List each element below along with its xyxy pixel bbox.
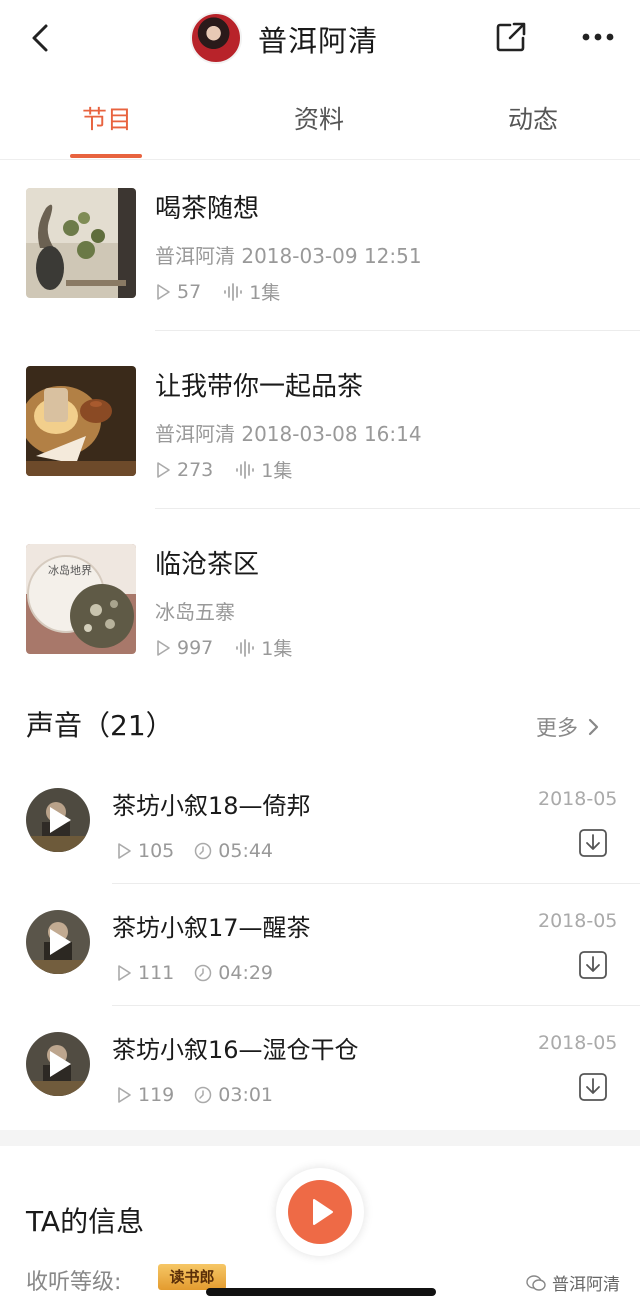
sound-item[interactable]: 茶坊小叙16—湿仓干仓 119 03:01 2018-05	[0, 1006, 640, 1128]
play-count-icon	[157, 461, 170, 478]
top-bar: 普洱阿清	[0, 0, 640, 76]
play-icon[interactable]	[44, 926, 74, 958]
section-separator	[0, 1130, 640, 1146]
program-title: 喝茶随想	[155, 194, 260, 224]
sound-title: 茶坊小叙18—倚邦	[112, 792, 311, 820]
back-arrow-icon[interactable]	[24, 20, 60, 56]
watermark-text: 普洱阿清	[552, 1275, 620, 1295]
download-icon[interactable]	[578, 950, 608, 980]
play-count: 111	[138, 962, 175, 984]
avatar[interactable]	[190, 12, 242, 64]
tab-bar: 节目 资料 动态	[0, 76, 640, 160]
more-options-icon[interactable]	[578, 22, 618, 52]
program-meta: 冰岛五寨	[155, 600, 235, 624]
play-count-icon	[118, 1087, 131, 1103]
chevron-right-icon	[588, 718, 599, 736]
program-stats: 997 1集	[155, 634, 292, 661]
sound-thumbnail	[26, 788, 90, 852]
tab-updates[interactable]: 动态	[508, 100, 558, 136]
tab-profile[interactable]: 资料	[294, 100, 344, 136]
sounds-section-title: 声音（21）	[26, 709, 174, 742]
more-link-label: 更多	[536, 716, 578, 740]
listen-level-label: 收听等级:	[26, 1270, 122, 1295]
program-item[interactable]: 喝茶随想 普洱阿清 2018-03-09 12:51 57 1集	[0, 160, 640, 338]
play-count-icon	[118, 843, 131, 859]
program-thumbnail	[26, 366, 136, 476]
play-count: 997	[177, 636, 214, 659]
divider	[155, 330, 640, 331]
duration: 05:44	[218, 840, 274, 862]
program-meta: 普洱阿清 2018-03-08 16:14	[155, 422, 422, 446]
clock-icon	[195, 964, 212, 982]
more-link[interactable]: 更多	[536, 712, 600, 742]
duration: 03:01	[218, 1084, 274, 1106]
share-icon[interactable]	[494, 20, 528, 54]
play-count: 273	[177, 458, 214, 481]
play-count: 105	[138, 840, 175, 862]
play-count-icon	[118, 965, 131, 981]
program-item[interactable]: 冰岛地界 临沧茶区 冰岛五寨 997 1集	[0, 516, 640, 694]
play-count: 119	[138, 1084, 175, 1106]
listen-level-badge: 读书郎	[158, 1264, 226, 1290]
sound-item[interactable]: 茶坊小叙18—倚邦 105 05:44 2018-05	[0, 762, 640, 884]
audio-wave-icon	[236, 638, 255, 657]
program-thumbnail	[26, 188, 136, 298]
sound-date: 2018-05	[538, 788, 618, 810]
audio-wave-icon	[224, 282, 243, 301]
program-item[interactable]: 让我带你一起品茶 普洱阿清 2018-03-08 16:14 273 1集	[0, 338, 640, 516]
sound-stats: 105 05:44	[116, 840, 273, 862]
play-icon	[313, 1199, 333, 1225]
play-count-icon	[157, 639, 170, 656]
program-thumbnail: 冰岛地界	[26, 544, 136, 654]
play-count-icon	[157, 283, 170, 300]
tab-programs[interactable]: 节目	[82, 100, 132, 136]
episode-count: 1集	[261, 638, 293, 660]
play-icon[interactable]	[44, 804, 74, 836]
play-icon[interactable]	[44, 1048, 74, 1080]
thumb-tea-label: 冰岛地界	[48, 563, 92, 577]
page-title: 普洱阿清	[258, 24, 379, 58]
sound-stats: 111 04:29	[116, 962, 273, 984]
wechat-icon	[526, 1274, 546, 1291]
player-circle	[288, 1180, 352, 1244]
audio-wave-icon	[236, 460, 255, 479]
episode-count: 1集	[249, 282, 281, 304]
sound-date: 2018-05	[538, 1032, 618, 1054]
clock-icon	[195, 842, 212, 860]
ta-info-title: TA的信息	[26, 1205, 145, 1238]
sound-item[interactable]: 茶坊小叙17—醒茶 111 04:29 2018-05	[0, 884, 640, 1006]
sound-title: 茶坊小叙17—醒茶	[112, 914, 311, 942]
sound-stats: 119 03:01	[116, 1084, 273, 1106]
sound-title: 茶坊小叙16—湿仓干仓	[112, 1036, 359, 1064]
sound-date: 2018-05	[538, 910, 618, 932]
download-icon[interactable]	[578, 828, 608, 858]
floating-player-button[interactable]	[276, 1168, 364, 1256]
watermark: 普洱阿清	[526, 1270, 620, 1295]
program-stats: 273 1集	[155, 456, 292, 483]
divider	[155, 508, 640, 509]
sound-thumbnail	[26, 910, 90, 974]
sound-thumbnail	[26, 1032, 90, 1096]
program-meta: 普洱阿清 2018-03-09 12:51	[155, 244, 422, 268]
play-count: 57	[177, 280, 202, 303]
home-indicator	[206, 1288, 436, 1296]
program-title: 临沧茶区	[155, 550, 260, 580]
program-title: 让我带你一起品茶	[155, 372, 364, 402]
active-tab-indicator	[70, 154, 142, 158]
program-stats: 57 1集	[155, 278, 280, 305]
duration: 04:29	[218, 962, 274, 984]
download-icon[interactable]	[578, 1072, 608, 1102]
episode-count: 1集	[261, 460, 293, 482]
clock-icon	[195, 1086, 212, 1104]
